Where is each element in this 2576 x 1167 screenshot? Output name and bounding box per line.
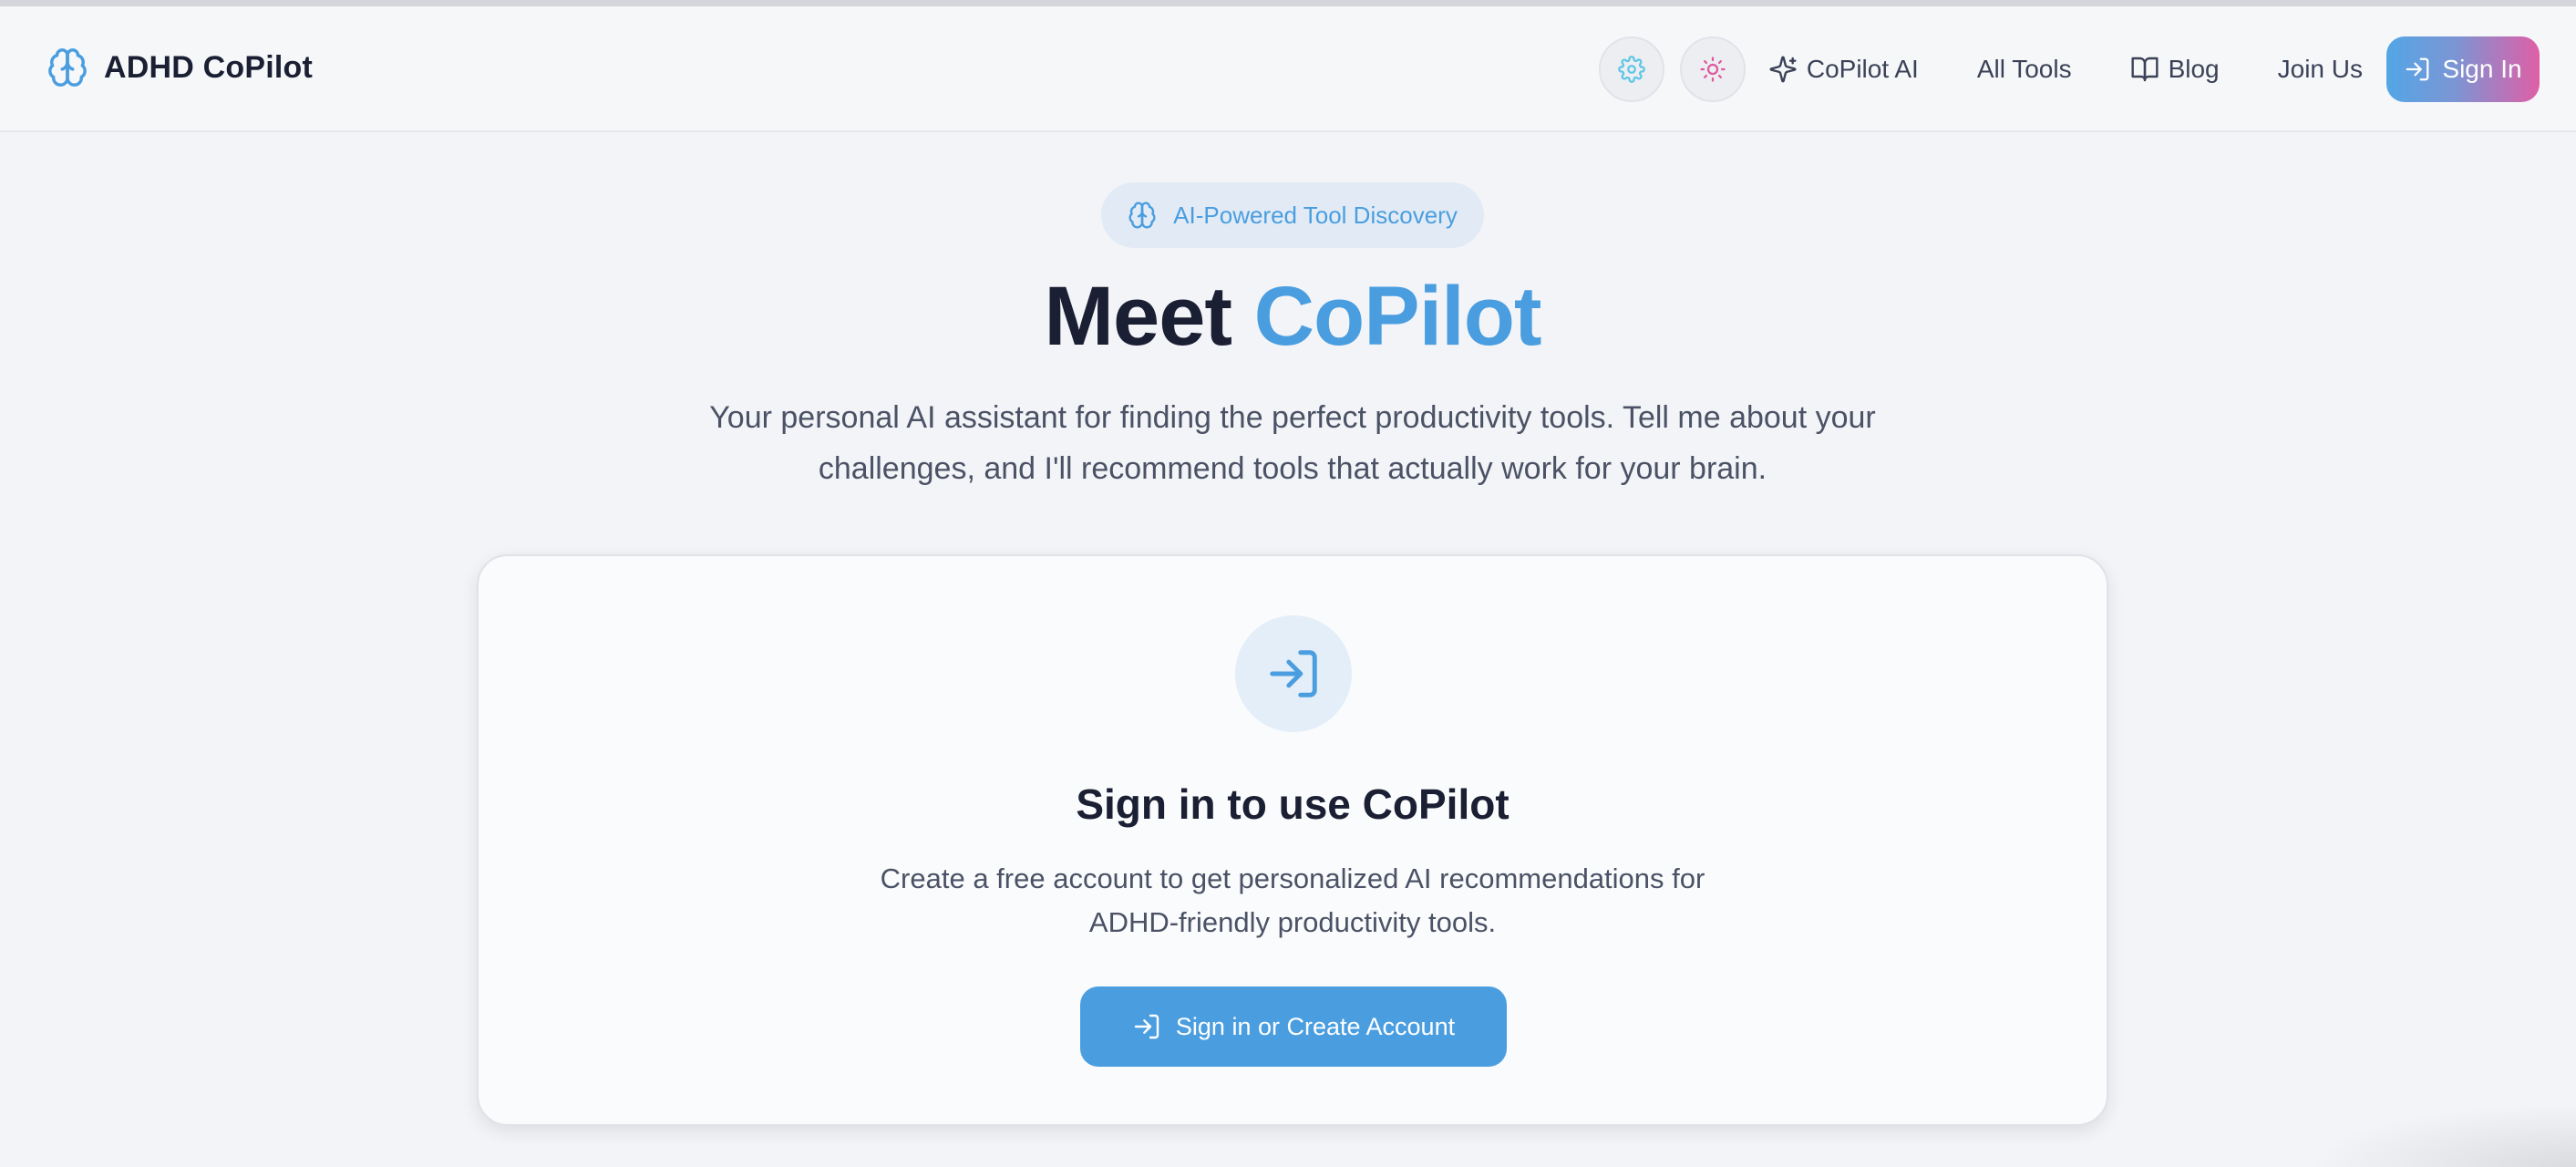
brain-icon xyxy=(46,46,89,89)
card-title: Sign in to use CoPilot xyxy=(1076,780,1510,828)
card-description: Create a free account to get personalize… xyxy=(825,857,1760,945)
gear-icon xyxy=(1618,56,1645,83)
site-header: ADHD CoPilot CoPilot AI All Tools Blog J… xyxy=(0,6,2576,132)
brand-logo[interactable]: ADHD CoPilot xyxy=(46,46,313,89)
brand-name: ADHD CoPilot xyxy=(104,49,314,85)
book-icon xyxy=(2130,55,2159,84)
nav-link-blog[interactable]: Blog xyxy=(2130,36,2220,102)
card-description-line-1: Create a free account to get personalize… xyxy=(880,862,1705,894)
badge-label: AI-Powered Tool Discovery xyxy=(1173,201,1458,229)
login-icon xyxy=(1132,1012,1161,1041)
sign-in-label: Sign In xyxy=(2442,55,2522,83)
corner-shadow xyxy=(2306,1103,2576,1167)
hero-subtitle: Your personal AI assistant for finding t… xyxy=(693,392,1892,494)
ai-badge: AI-Powered Tool Discovery xyxy=(1101,182,1484,248)
nav-link-label: CoPilot AI xyxy=(1806,55,1919,83)
main-nav: CoPilot AI All Tools Blog Join Us Sign I… xyxy=(1598,36,2540,102)
card-description-line-2: ADHD-friendly productivity tools. xyxy=(1088,906,1497,938)
title-accent: CoPilot xyxy=(1253,270,1542,363)
top-border xyxy=(0,0,2576,6)
brain-icon xyxy=(1128,201,1157,230)
nav-link-all-tools[interactable]: All Tools xyxy=(1977,36,2072,102)
nav-link-label: All Tools xyxy=(1976,55,2072,83)
subtitle-line-2: challenges, and I'll recommend tools tha… xyxy=(818,451,1767,486)
login-icon xyxy=(1265,645,1322,702)
sign-in-button[interactable]: Sign In xyxy=(2386,36,2540,102)
signin-card: Sign in to use CoPilot Create a free acc… xyxy=(477,554,2108,1126)
card-icon-circle xyxy=(1235,615,1352,732)
subtitle-line-1: Your personal AI assistant for finding t… xyxy=(709,400,1876,435)
nav-link-join-us[interactable]: Join Us xyxy=(2278,36,2363,102)
card-button-label: Sign in or Create Account xyxy=(1175,1012,1456,1040)
nav-link-label: Blog xyxy=(2168,55,2220,83)
settings-button[interactable] xyxy=(1598,36,1664,102)
sign-in-or-create-account-button[interactable]: Sign in or Create Account xyxy=(1080,986,1507,1067)
sun-icon xyxy=(1699,56,1726,83)
nav-link-label: Join Us xyxy=(2277,55,2363,83)
nav-link-copilot-ai[interactable]: CoPilot AI xyxy=(1768,36,1919,102)
theme-toggle-button[interactable] xyxy=(1679,36,1746,102)
sparkles-icon xyxy=(1768,55,1798,84)
login-icon xyxy=(2404,56,2431,83)
page-title: Meet CoPilot xyxy=(0,269,2576,365)
title-prefix: Meet xyxy=(1044,270,1232,363)
